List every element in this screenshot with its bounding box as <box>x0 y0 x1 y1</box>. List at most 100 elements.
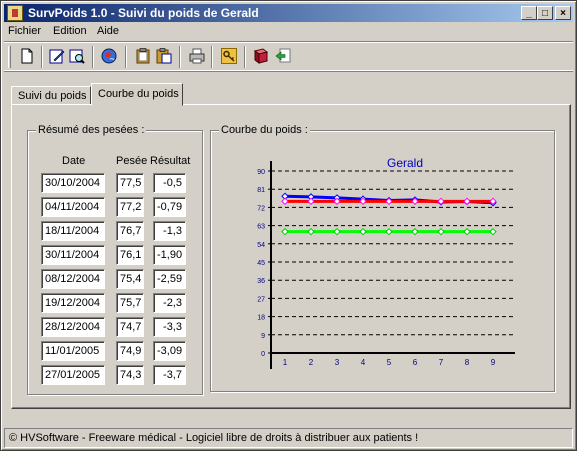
row-resultat-field[interactable]: -1,90 <box>153 245 186 265</box>
x-tick-label: 5 <box>387 358 392 367</box>
row-resultat-field[interactable]: -3,09 <box>153 341 186 361</box>
row-resultat-field[interactable]: -2,59 <box>153 269 186 289</box>
status-bar: © HVSoftware - Freeware médical - Logici… <box>4 428 573 448</box>
data-point <box>333 227 341 236</box>
summary-groupbox: Résumé des pesées : Date Pesée Résultat … <box>27 124 203 395</box>
y-tick-label: 54 <box>257 242 265 249</box>
row-pesee-field[interactable]: 77,2 <box>116 197 144 217</box>
data-point <box>437 227 445 236</box>
summary-title: Résumé des pesées : <box>36 124 147 136</box>
clipboard-icon[interactable] <box>134 47 152 65</box>
data-point <box>463 197 471 206</box>
new-icon[interactable] <box>18 47 36 65</box>
window-title: SurvPoids 1.0 - Suivi du poids de Gerald <box>28 6 259 20</box>
minimize-button[interactable]: _ <box>521 6 537 20</box>
tab-suivi-du-poids[interactable]: Suivi du poids <box>11 86 91 105</box>
row-resultat-field[interactable]: -1,3 <box>153 221 186 241</box>
row-pesee-field[interactable]: 74,9 <box>116 341 144 361</box>
toolbar-separator <box>244 46 246 68</box>
key-icon[interactable] <box>220 47 238 65</box>
data-point <box>307 227 315 236</box>
data-point <box>281 227 289 236</box>
x-tick-label: 8 <box>465 358 470 367</box>
tab-courbe-du-poids[interactable]: Courbe du poids <box>91 83 183 106</box>
row-pesee-field[interactable]: 74,3 <box>116 365 144 385</box>
menu-edition[interactable]: Edition <box>53 25 87 37</box>
data-point <box>359 227 367 236</box>
row-date-field[interactable]: 08/12/2004 <box>41 269 105 289</box>
zoom-icon[interactable] <box>68 47 86 65</box>
y-tick-label: 9 <box>261 333 265 340</box>
row-pesee-field[interactable]: 76,1 <box>116 245 144 265</box>
row-date-field[interactable]: 11/01/2005 <box>41 341 105 361</box>
toolbar <box>4 41 573 71</box>
column-header-date: Date <box>62 155 86 167</box>
y-tick-label: 0 <box>261 351 265 358</box>
x-tick-label: 3 <box>335 358 340 367</box>
print-icon[interactable] <box>188 47 206 65</box>
toolbar-separator <box>211 46 213 68</box>
weight-chart: Gerald091827364554637281901 2 3 4 5 6 7 8 9 <box>257 156 515 369</box>
toolbar-grip[interactable] <box>8 46 11 68</box>
x-tick-label: 7 <box>439 358 444 367</box>
y-tick-label: 81 <box>257 187 265 194</box>
menu-fichier[interactable]: Fichier <box>8 25 41 37</box>
data-point <box>281 197 289 206</box>
tab-panel: Résumé des pesées : Date Pesée Résultat … <box>11 104 571 409</box>
row-resultat-field[interactable]: -2,3 <box>153 293 186 313</box>
toolbar-separator <box>92 46 94 68</box>
row-pesee-field[interactable]: 77,5 <box>116 173 144 193</box>
row-date-field[interactable]: 30/11/2004 <box>41 245 105 265</box>
edit-icon[interactable] <box>48 47 66 65</box>
toolbar-separator <box>41 46 43 68</box>
row-date-field[interactable]: 30/10/2004 <box>41 173 105 193</box>
chart-title: Gerald <box>387 156 423 170</box>
data-point <box>411 227 419 236</box>
row-date-field[interactable]: 19/12/2004 <box>41 293 105 313</box>
row-date-field[interactable]: 27/01/2005 <box>41 365 105 385</box>
book-icon[interactable] <box>252 47 270 65</box>
app-window: SurvPoids 1.0 - Suivi du poids de Gerald… <box>0 0 577 451</box>
menu-bar: Fichier Edition Aide <box>4 23 573 41</box>
y-tick-label: 36 <box>257 278 265 285</box>
row-resultat-field[interactable]: -3,3 <box>153 317 186 337</box>
row-pesee-field[interactable]: 75,4 <box>116 269 144 289</box>
row-pesee-field[interactable]: 75,7 <box>116 293 144 313</box>
x-tick-label: 6 <box>413 358 418 367</box>
y-tick-label: 72 <box>257 205 265 212</box>
x-tick-label: 1 <box>283 358 288 367</box>
data-point <box>307 197 315 206</box>
data-point <box>385 227 393 236</box>
data-point <box>489 227 497 236</box>
maximize-button[interactable]: □ <box>537 6 553 20</box>
column-header-pesee: Pesée <box>116 155 148 167</box>
y-tick-label: 18 <box>257 315 265 322</box>
row-resultat-field[interactable]: -0,79 <box>153 197 186 217</box>
title-bar[interactable]: SurvPoids 1.0 - Suivi du poids de Gerald… <box>4 4 573 22</box>
toolbar-separator <box>179 46 181 68</box>
x-tick-label: 4 <box>361 358 366 367</box>
row-resultat-field[interactable]: -3,7 <box>153 365 186 385</box>
row-resultat-field[interactable]: -0,5 <box>153 173 186 193</box>
x-tick-label: 9 <box>491 358 496 367</box>
y-tick-label: 27 <box>257 296 265 303</box>
row-date-field[interactable]: 18/11/2004 <box>41 221 105 241</box>
app-icon[interactable] <box>7 5 23 21</box>
y-tick-label: 90 <box>257 169 265 176</box>
chart-groupbox: Courbe du poids : Gerald 0 9 18 27 36 45 54 63 72… <box>210 124 555 392</box>
column-header-resultat: Résultat <box>150 155 191 167</box>
data-point <box>463 227 471 236</box>
row-pesee-field[interactable]: 74,7 <box>116 317 144 337</box>
export-icon[interactable] <box>274 47 292 65</box>
toolbar-separator <box>125 46 127 68</box>
paste-icon[interactable] <box>155 47 173 65</box>
y-tick-label: 63 <box>257 224 265 231</box>
row-date-field[interactable]: 04/11/2004 <box>41 197 105 217</box>
globe-icon[interactable] <box>100 47 118 65</box>
close-button[interactable]: × <box>555 6 571 20</box>
row-pesee-field[interactable]: 76,7 <box>116 221 144 241</box>
y-tick-label: 45 <box>257 260 265 267</box>
menu-aide[interactable]: Aide <box>97 25 119 37</box>
row-date-field[interactable]: 28/12/2004 <box>41 317 105 337</box>
chart-area: Gerald 0 9 18 27 36 45 54 63 72 81 90 1 2 3 4 5 6 7 8 9 <box>219 143 541 373</box>
